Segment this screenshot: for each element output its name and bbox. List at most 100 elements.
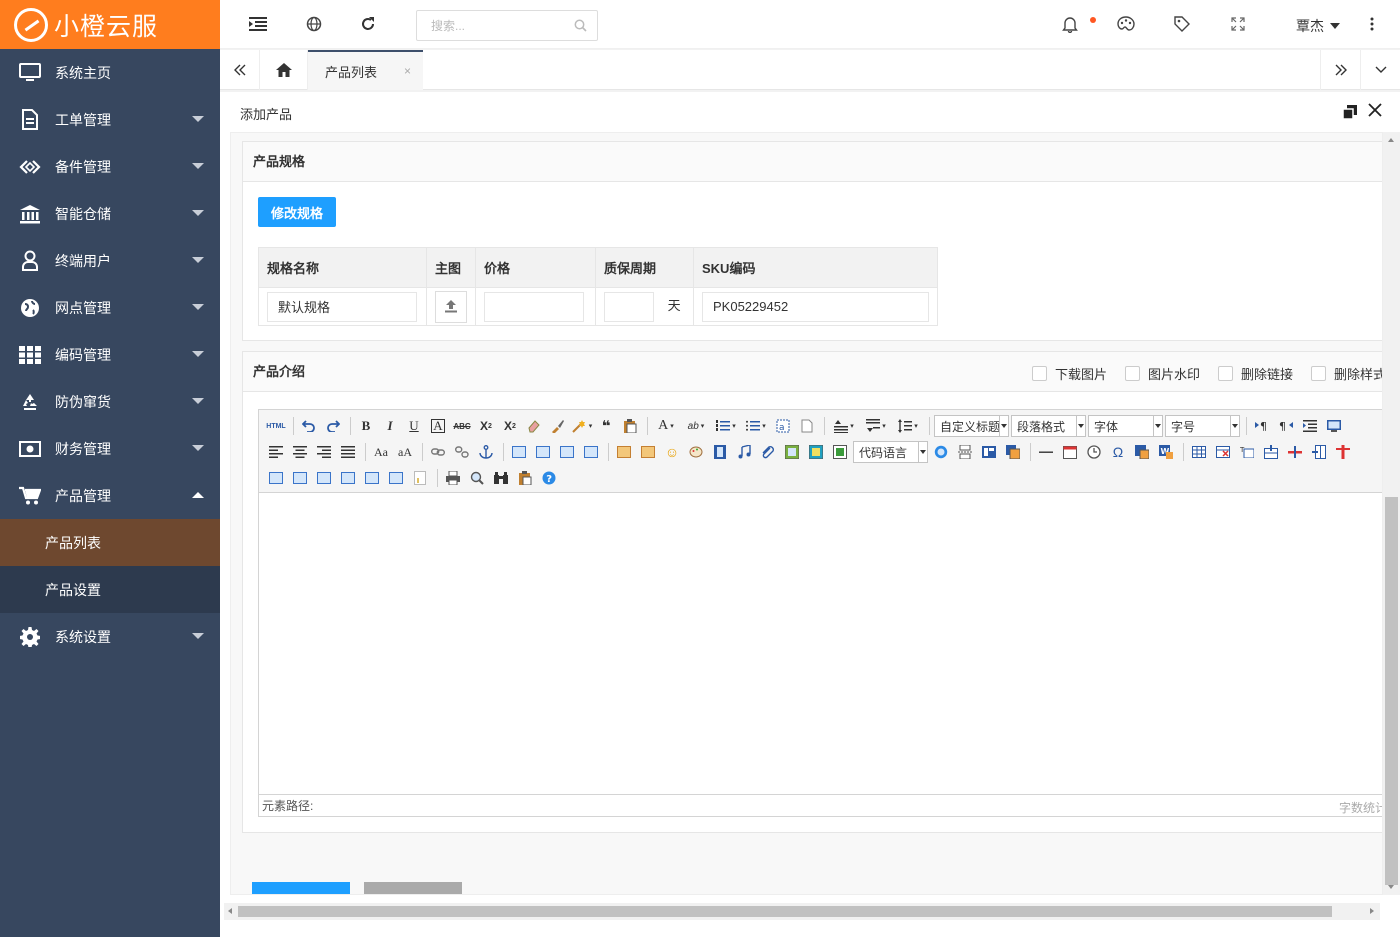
merge-cells-icon[interactable]: [265, 467, 287, 489]
tabs-dropdown-icon[interactable]: [1360, 50, 1400, 90]
price-input[interactable]: [484, 291, 584, 322]
upload-image-button[interactable]: [435, 290, 467, 323]
sidebar-subitem-product-list[interactable]: 产品列表: [0, 519, 220, 566]
search-input[interactable]: [416, 10, 598, 41]
draft-icon[interactable]: [514, 467, 536, 489]
sidebar-item-outlets[interactable]: 网点管理: [0, 284, 220, 331]
print-icon[interactable]: [442, 467, 464, 489]
undo-icon[interactable]: [298, 415, 320, 437]
sidebar-subitem-product-settings[interactable]: 产品设置: [0, 566, 220, 613]
scrollbar-thumb[interactable]: [238, 906, 1332, 917]
checkbox-box[interactable]: [1311, 366, 1326, 381]
sidebar-item-system-settings[interactable]: 系统设置: [0, 613, 220, 660]
home-icon[interactable]: [260, 50, 308, 90]
word-image-icon[interactable]: W: [1155, 441, 1177, 463]
snapscreen-icon[interactable]: [1131, 441, 1153, 463]
tab-product-list[interactable]: 产品列表 ×: [308, 50, 423, 90]
insert-paragraph-before-table-icon[interactable]: T: [1236, 441, 1258, 463]
checkbox-box[interactable]: [1218, 366, 1233, 381]
clear-document-icon[interactable]: [796, 415, 818, 437]
rtl-icon[interactable]: ¶: [1275, 415, 1297, 437]
menu-fold-icon[interactable]: [248, 14, 268, 34]
scrawl-icon[interactable]: [685, 441, 707, 463]
sidebar-item-workorder[interactable]: 工单管理: [0, 96, 220, 143]
eraser-icon[interactable]: [523, 415, 545, 437]
horizontal-scrollbar[interactable]: [224, 903, 1380, 920]
sidebar-item-warehouse[interactable]: 智能仓储: [0, 190, 220, 237]
insert-row-icon[interactable]: [1260, 441, 1282, 463]
image-watermark-checkbox[interactable]: 图片水印: [1125, 364, 1200, 383]
align-justify-icon[interactable]: [337, 441, 359, 463]
insert-link-icon[interactable]: [427, 441, 449, 463]
italic-icon[interactable]: I: [379, 415, 401, 437]
split-to-rows-icon[interactable]: [361, 467, 383, 489]
underline-icon[interactable]: U: [403, 415, 425, 437]
custom-heading-select[interactable]: 自定义标题: [934, 415, 1009, 437]
insert-frame-icon[interactable]: [829, 441, 851, 463]
row-spacing-top-icon[interactable]: ▾: [829, 415, 859, 437]
image-float-right-icon[interactable]: [556, 441, 578, 463]
restore-window-icon[interactable]: [1342, 105, 1357, 120]
download-images-checkbox[interactable]: 下载图片: [1032, 364, 1107, 383]
vertical-scrollbar[interactable]: [1383, 132, 1400, 895]
preview-icon[interactable]: [1323, 415, 1345, 437]
close-icon[interactable]: ×: [404, 64, 411, 78]
brand-logo[interactable]: 小橙云服: [0, 0, 220, 49]
help-icon[interactable]: ?: [538, 467, 560, 489]
special-chars-icon[interactable]: Ω: [1107, 441, 1129, 463]
spec-name-input[interactable]: [267, 291, 417, 322]
font-size-select[interactable]: 字号: [1165, 415, 1240, 437]
paste-plain-icon[interactable]: [619, 415, 641, 437]
tabs-scroll-left-icon[interactable]: [220, 50, 260, 90]
warranty-input[interactable]: [604, 291, 654, 322]
split-to-cells-icon[interactable]: [337, 467, 359, 489]
save-button[interactable]: 保存: [252, 882, 350, 894]
delete-col-icon[interactable]: [1332, 441, 1354, 463]
search-replace-icon[interactable]: [466, 467, 488, 489]
remove-styles-checkbox[interactable]: 删除样式: [1311, 364, 1382, 383]
cancel-button[interactable]: 取消: [364, 882, 462, 894]
image-center-icon[interactable]: [580, 441, 602, 463]
anchor-icon[interactable]: [475, 441, 497, 463]
lowercase-icon[interactable]: aA: [394, 441, 416, 463]
date-icon[interactable]: [1059, 441, 1081, 463]
search-icon[interactable]: [574, 19, 587, 35]
page-break-icon[interactable]: [954, 441, 976, 463]
ordered-list-icon[interactable]: ▾: [712, 415, 740, 437]
image-float-none-icon[interactable]: [508, 441, 530, 463]
tabs-scroll-right-icon[interactable]: [1320, 50, 1360, 90]
redo-icon[interactable]: [322, 415, 344, 437]
split-to-cols-icon[interactable]: [385, 467, 407, 489]
user-menu[interactable]: 覃杰: [1296, 16, 1340, 36]
scrollbar-thumb[interactable]: [1385, 497, 1398, 885]
template-icon[interactable]: [978, 441, 1000, 463]
line-height-icon[interactable]: ▾: [893, 415, 923, 437]
merge-down-icon[interactable]: [313, 467, 335, 489]
simple-upload-icon[interactable]: [613, 441, 635, 463]
fullscreen-icon[interactable]: [1228, 14, 1248, 34]
webapp-icon[interactable]: [930, 441, 952, 463]
sidebar-item-coding[interactable]: 编码管理: [0, 331, 220, 378]
sku-input[interactable]: [702, 291, 929, 322]
charts-icon[interactable]: [409, 467, 431, 489]
unordered-list-icon[interactable]: ▾: [742, 415, 770, 437]
paragraph-format-select[interactable]: 段落格式: [1011, 415, 1086, 437]
sidebar-item-products[interactable]: 产品管理: [0, 472, 220, 519]
bell-icon[interactable]: [1060, 14, 1080, 34]
close-icon[interactable]: [1368, 103, 1384, 119]
highlight-color-icon[interactable]: ab ▾: [682, 415, 710, 437]
scroll-down-arrow-icon[interactable]: [1388, 885, 1394, 889]
font-color-icon[interactable]: A ▾: [652, 415, 680, 437]
sidebar-item-finance[interactable]: 财务管理: [0, 425, 220, 472]
checkbox-box[interactable]: [1125, 366, 1140, 381]
scroll-left-arrow-icon[interactable]: [228, 908, 232, 914]
ltr-icon[interactable]: ¶: [1251, 415, 1273, 437]
font-border-icon[interactable]: A: [427, 415, 449, 437]
find-icon[interactable]: [490, 467, 512, 489]
delete-row-icon[interactable]: [1284, 441, 1306, 463]
globe-icon[interactable]: [304, 14, 324, 34]
background-icon[interactable]: [1002, 441, 1024, 463]
horizontal-rule-icon[interactable]: [1035, 441, 1057, 463]
refresh-icon[interactable]: [358, 14, 378, 34]
time-icon[interactable]: [1083, 441, 1105, 463]
